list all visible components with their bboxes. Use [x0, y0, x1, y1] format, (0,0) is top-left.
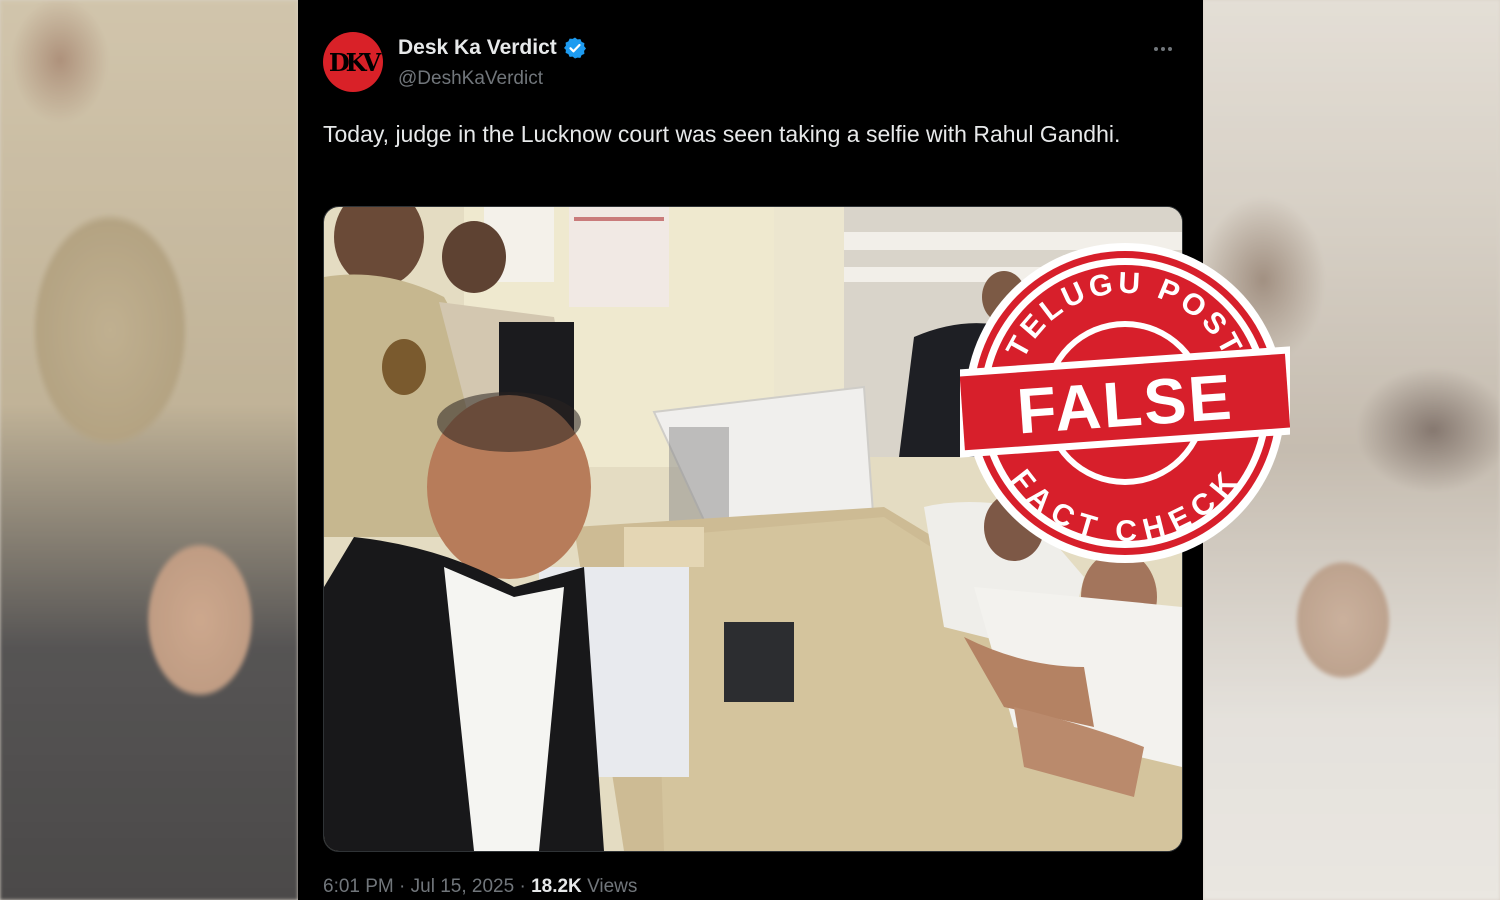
display-name[interactable]: Desk Ka Verdict — [398, 36, 557, 60]
more-options-icon[interactable] — [1148, 34, 1178, 64]
views-label: Views — [587, 876, 638, 897]
meta-separator: · — [399, 876, 406, 897]
background-photo-left — [0, 0, 298, 900]
tweet-date[interactable]: Jul 15, 2025 — [411, 876, 515, 897]
stamp-verdict-text: FALSE — [1015, 361, 1236, 448]
meta-separator: · — [519, 876, 526, 897]
avatar[interactable]: DKV — [323, 32, 383, 92]
tweet-meta: 6:01 PM · Jul 15, 2025 · 18.2K Views — [323, 876, 637, 898]
author-name-row: Desk Ka Verdict — [398, 36, 587, 60]
verified-badge-icon — [563, 37, 586, 59]
false-verdict-stamp: TELUGU POST FACT CHECK FALSE — [960, 243, 1290, 563]
author-handle[interactable]: @DeshKaVerdict — [398, 68, 543, 90]
views-count: 18.2K — [531, 876, 582, 897]
fact-check-graphic: DKV Desk Ka Verdict @DeshKaVerdict Today… — [0, 0, 1500, 900]
tweet-text: Today, judge in the Lucknow court was se… — [323, 121, 1121, 147]
tweet-time[interactable]: 6:01 PM — [323, 876, 394, 897]
avatar-initials: DKV — [328, 47, 381, 77]
